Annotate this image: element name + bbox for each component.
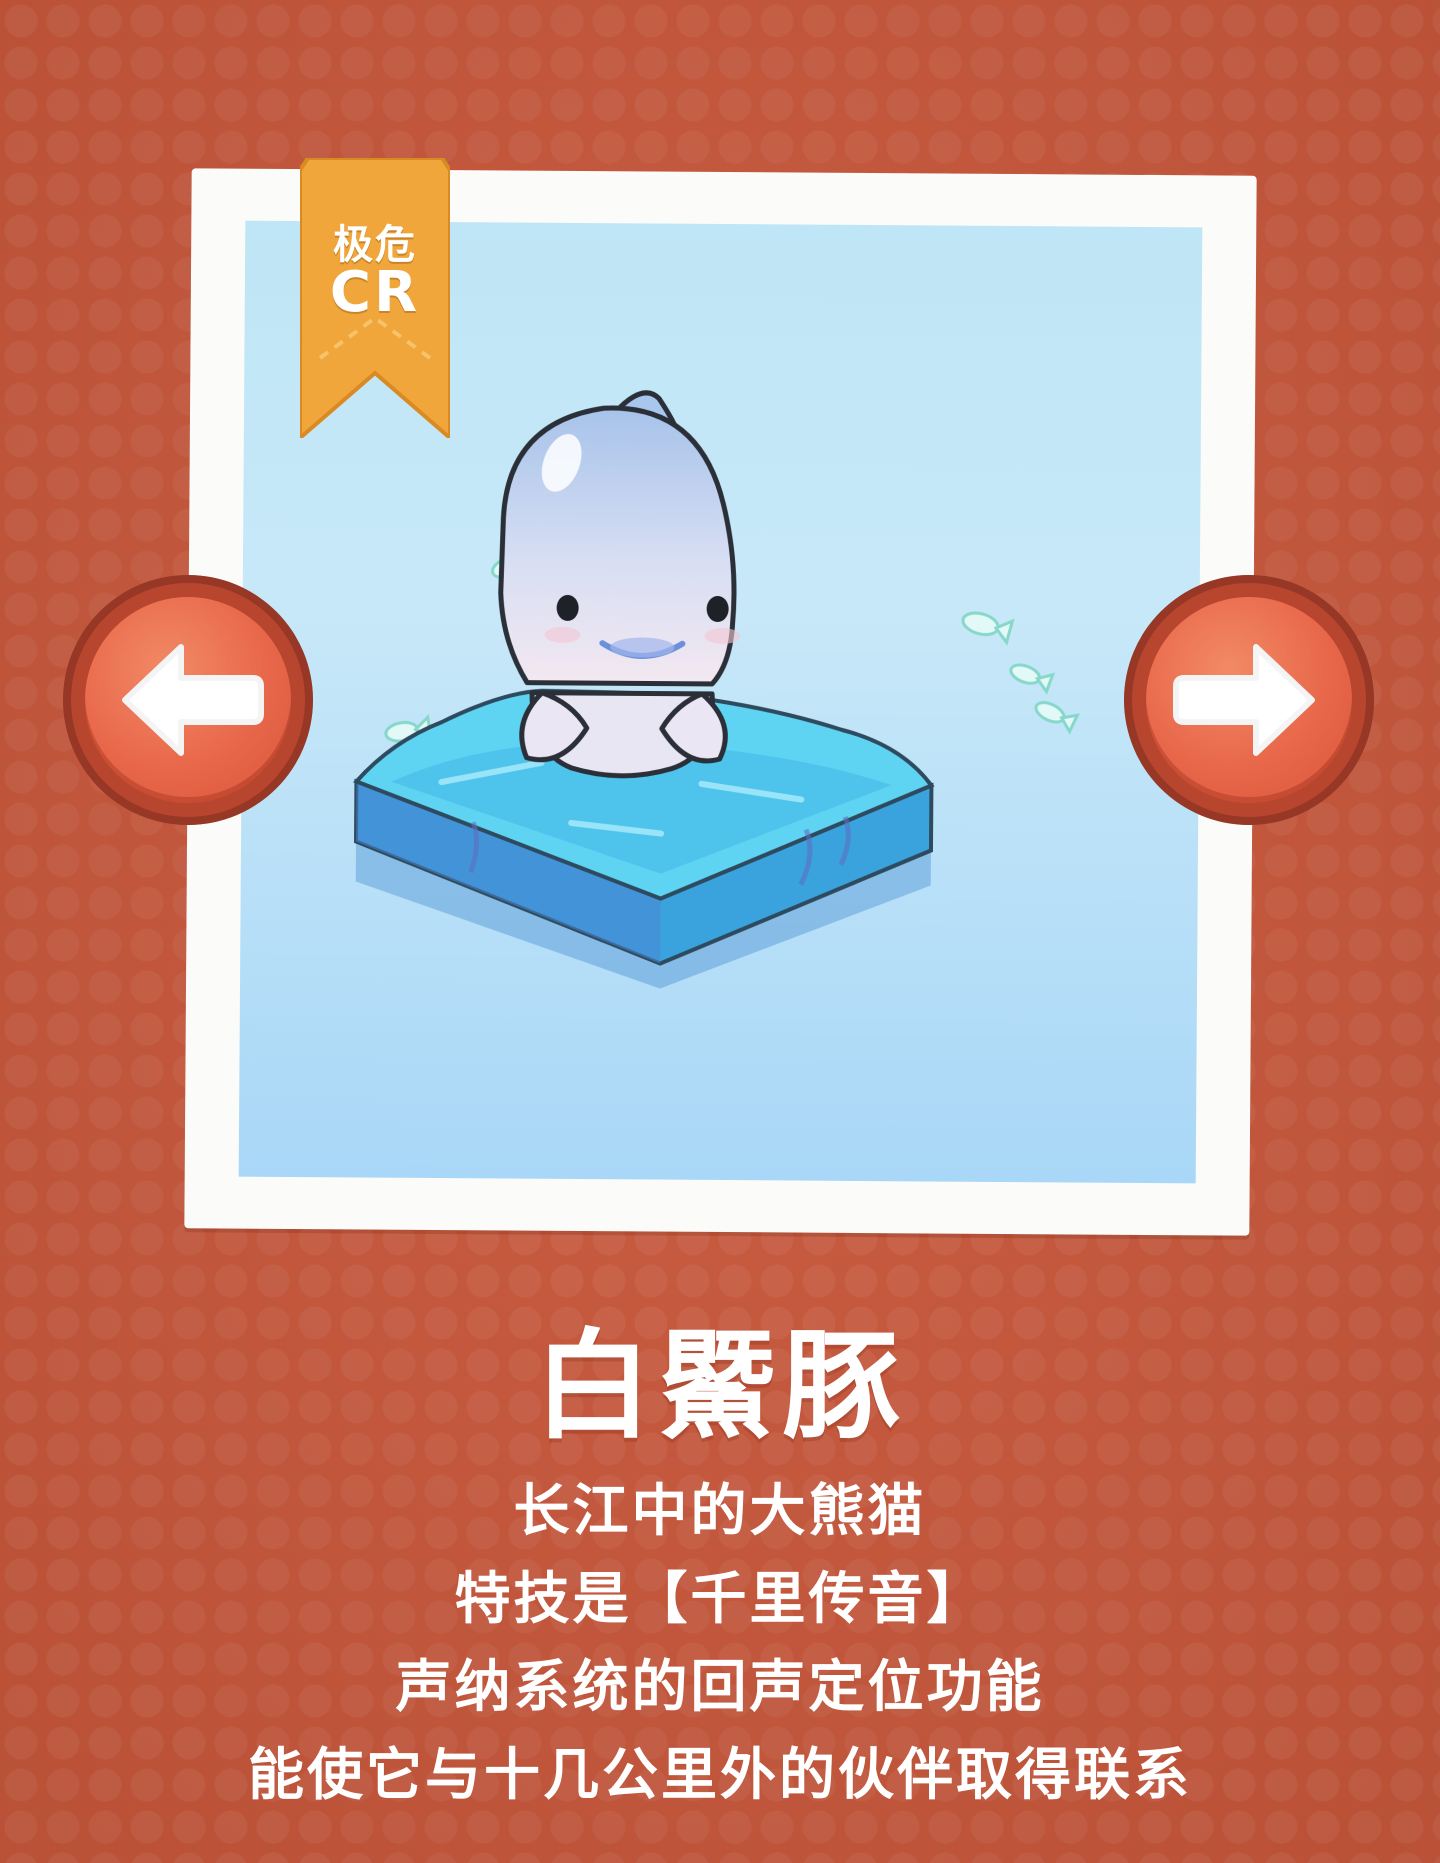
description-line: 特技是【千里传音】	[454, 1567, 986, 1632]
arrow-left-icon	[122, 644, 264, 756]
description-line: 能使它与十几公里外的伙伴取得联系	[248, 1743, 1192, 1808]
conservation-status-ribbon: 极危 CR	[300, 158, 450, 438]
animal-description: 长江中的大熊猫 特技是【千里传音】 声纳系统的回声定位功能 能使它与十几公里外的…	[0, 1468, 1440, 1820]
next-button[interactable]	[1124, 575, 1374, 825]
arrow-right-icon	[1173, 644, 1315, 756]
description-line: 长江中的大熊猫	[513, 1479, 927, 1544]
conservation-code-label: CR	[329, 260, 421, 325]
description-line: 声纳系统的回声定位功能	[395, 1655, 1045, 1720]
previous-button[interactable]	[63, 575, 313, 825]
animal-name: 白鱀豚	[533, 1317, 906, 1455]
